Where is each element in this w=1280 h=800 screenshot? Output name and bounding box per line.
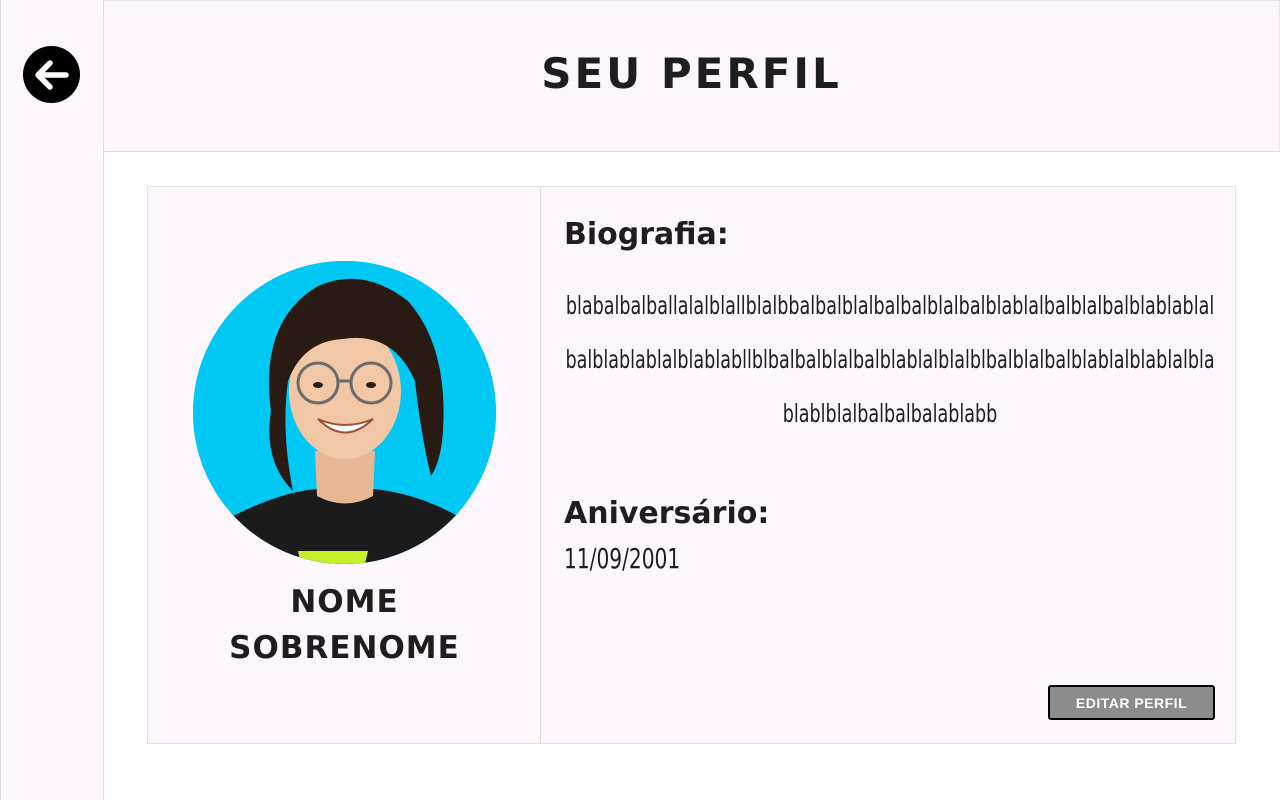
sidebar <box>0 0 104 800</box>
profile-details-panel: Biografia: blabalbalballalalblallblalbba… <box>542 187 1236 743</box>
avatar <box>193 261 496 564</box>
page-header: SEU PERFIL <box>104 0 1280 152</box>
edit-profile-button[interactable]: EDITAR PERFIL <box>1048 685 1215 720</box>
user-full-name: NOME SOBRENOME <box>148 579 541 671</box>
avatar-photo <box>193 261 496 564</box>
profile-identity-panel: NOME SOBRENOME <box>148 187 541 743</box>
profile-card: NOME SOBRENOME Biografia: blabalbalballa… <box>147 186 1236 744</box>
back-button[interactable] <box>23 46 80 103</box>
page-title: SEU PERFIL <box>541 48 842 98</box>
user-last-name: SOBRENOME <box>229 630 460 666</box>
birthday-label: Aniversário: <box>564 496 770 531</box>
biography-label: Biografia: <box>564 217 729 252</box>
arrow-left-icon <box>34 59 69 90</box>
biography-text: blabalbalballalalblallblalbbalbalblalbal… <box>565 291 1215 428</box>
birthday-value: 11/09/2001 <box>564 542 681 575</box>
user-first-name: NOME <box>290 584 399 620</box>
